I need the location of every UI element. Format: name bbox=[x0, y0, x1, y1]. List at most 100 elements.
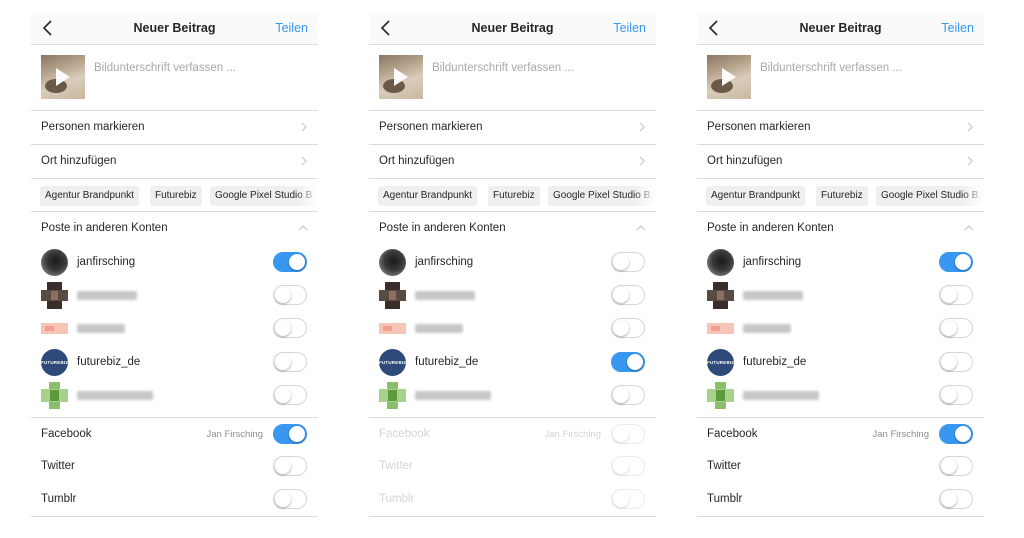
social-row-twitter: Twitter bbox=[697, 450, 984, 483]
account-name: futurebiz_de bbox=[743, 356, 807, 368]
add-location-row[interactable]: Ort hinzufügen bbox=[369, 145, 656, 179]
toggle-tumblr[interactable] bbox=[939, 489, 973, 509]
toggle-account-2[interactable] bbox=[939, 285, 973, 305]
account-name: futurebiz_de bbox=[77, 356, 141, 368]
toggle-account-5[interactable] bbox=[939, 385, 973, 405]
video-thumbnail[interactable] bbox=[707, 55, 751, 99]
account-row-blurred bbox=[31, 279, 318, 312]
social-row-tumblr: Tumblr bbox=[31, 483, 318, 516]
avatar: FUTUREBIZ bbox=[707, 349, 734, 376]
toggle-futurebiz[interactable] bbox=[939, 352, 973, 372]
social-row-facebook: Facebook Jan Firsching bbox=[697, 417, 984, 451]
avatar-pixelated bbox=[379, 382, 406, 409]
location-chip[interactable]: Agentur Brandpunkt bbox=[706, 186, 805, 206]
location-suggestions: Agentur Brandpunkt Futurebiz Google Pixe… bbox=[697, 179, 984, 212]
caption-section: Bildunterschrift verfassen ... bbox=[31, 45, 318, 111]
chevron-right-icon bbox=[639, 122, 645, 132]
location-suggestions: Agentur Brandpunkt Futurebiz Google Pixe… bbox=[31, 179, 318, 212]
toggle-twitter[interactable] bbox=[939, 456, 973, 476]
facebook-account-name: Jan Firsching bbox=[206, 429, 264, 440]
twitter-label: Twitter bbox=[379, 460, 413, 472]
toggle-account-3[interactable] bbox=[939, 318, 973, 338]
facebook-label: Facebook bbox=[707, 428, 758, 440]
avatar-pixelated bbox=[379, 282, 406, 309]
caption-input[interactable]: Bildunterschrift verfassen ... bbox=[760, 62, 902, 74]
tag-people-label: Personen markieren bbox=[41, 121, 145, 133]
toggle-tumblr[interactable] bbox=[273, 489, 307, 509]
play-icon bbox=[56, 68, 70, 86]
toggle-janfirsching[interactable] bbox=[939, 252, 973, 272]
new-post-screen: Neuer Beitrag Teilen Bildunterschrift ve… bbox=[697, 13, 984, 531]
toggle-futurebiz[interactable] bbox=[611, 352, 645, 372]
video-thumbnail[interactable] bbox=[379, 55, 423, 99]
video-thumbnail[interactable] bbox=[41, 55, 85, 99]
toggle-facebook[interactable] bbox=[611, 424, 645, 444]
toggle-facebook[interactable] bbox=[939, 424, 973, 444]
share-button[interactable]: Teilen bbox=[613, 21, 646, 35]
toggle-account-5[interactable] bbox=[611, 385, 645, 405]
caption-input[interactable]: Bildunterschrift verfassen ... bbox=[432, 62, 574, 74]
avatar bbox=[379, 249, 406, 276]
divider bbox=[697, 516, 984, 517]
account-row-blurred bbox=[697, 312, 984, 345]
avatar bbox=[707, 249, 734, 276]
other-accounts-label: Poste in anderen Konten bbox=[707, 222, 834, 234]
add-location-row[interactable]: Ort hinzufügen bbox=[697, 145, 984, 179]
location-chip[interactable]: Futurebiz bbox=[488, 186, 540, 206]
account-row-blurred bbox=[369, 379, 656, 412]
twitter-label: Twitter bbox=[41, 460, 75, 472]
caption-section: Bildunterschrift verfassen ... bbox=[697, 45, 984, 111]
tag-people-row[interactable]: Personen markieren bbox=[31, 111, 318, 145]
add-location-label: Ort hinzufügen bbox=[379, 155, 455, 167]
toggle-account-3[interactable] bbox=[611, 318, 645, 338]
facebook-account-name: Jan Firsching bbox=[544, 429, 602, 440]
account-name: futurebiz_de bbox=[415, 356, 479, 368]
account-row-janfirsching: janfirsching bbox=[697, 246, 984, 279]
toggle-account-2[interactable] bbox=[273, 285, 307, 305]
toggle-futurebiz[interactable] bbox=[273, 352, 307, 372]
caption-input[interactable]: Bildunterschrift verfassen ... bbox=[94, 62, 236, 74]
avatar-pixelated bbox=[41, 315, 68, 342]
new-post-screen: Neuer Beitrag Teilen Bildunterschrift ve… bbox=[31, 13, 318, 531]
tumblr-label: Tumblr bbox=[379, 493, 415, 505]
account-row-futurebiz: FUTUREBIZ futurebiz_de bbox=[697, 346, 984, 379]
social-row-twitter: Twitter bbox=[369, 450, 656, 483]
account-row-blurred bbox=[697, 279, 984, 312]
add-location-row[interactable]: Ort hinzufügen bbox=[31, 145, 318, 179]
account-row-janfirsching: janfirsching bbox=[31, 246, 318, 279]
chevron-right-icon bbox=[967, 156, 973, 166]
other-accounts-header[interactable]: Poste in anderen Konten bbox=[31, 212, 318, 245]
facebook-account-name: Jan Firsching bbox=[872, 429, 930, 440]
toggle-account-5[interactable] bbox=[273, 385, 307, 405]
account-row-blurred bbox=[31, 379, 318, 412]
toggle-janfirsching[interactable] bbox=[611, 252, 645, 272]
location-chip[interactable]: Futurebiz bbox=[816, 186, 868, 206]
toggle-account-2[interactable] bbox=[611, 285, 645, 305]
social-row-facebook: Facebook Jan Firsching bbox=[31, 417, 318, 451]
tumblr-label: Tumblr bbox=[707, 493, 743, 505]
social-row-tumblr: Tumblr bbox=[369, 483, 656, 516]
social-row-facebook: Facebook Jan Firsching bbox=[369, 417, 656, 451]
location-chip[interactable]: Futurebiz bbox=[150, 186, 202, 206]
divider bbox=[369, 516, 656, 517]
other-accounts-header[interactable]: Poste in anderen Konten bbox=[697, 212, 984, 245]
tag-people-row[interactable]: Personen markieren bbox=[369, 111, 656, 145]
other-accounts-header[interactable]: Poste in anderen Konten bbox=[369, 212, 656, 245]
avatar-pixelated bbox=[41, 282, 68, 309]
toggle-facebook[interactable] bbox=[273, 424, 307, 444]
twitter-label: Twitter bbox=[707, 460, 741, 472]
avatar: FUTUREBIZ bbox=[41, 349, 68, 376]
chevron-right-icon bbox=[301, 122, 307, 132]
location-chip[interactable]: Agentur Brandpunkt bbox=[378, 186, 477, 206]
share-button[interactable]: Teilen bbox=[275, 21, 308, 35]
share-button[interactable]: Teilen bbox=[941, 21, 974, 35]
tag-people-row[interactable]: Personen markieren bbox=[697, 111, 984, 145]
toggle-tumblr[interactable] bbox=[611, 489, 645, 509]
toggle-twitter[interactable] bbox=[273, 456, 307, 476]
location-chip[interactable]: Agentur Brandpunkt bbox=[40, 186, 139, 206]
toggle-account-3[interactable] bbox=[273, 318, 307, 338]
toggle-twitter[interactable] bbox=[611, 456, 645, 476]
other-accounts-label: Poste in anderen Konten bbox=[379, 222, 506, 234]
caption-section: Bildunterschrift verfassen ... bbox=[369, 45, 656, 111]
toggle-janfirsching[interactable] bbox=[273, 252, 307, 272]
